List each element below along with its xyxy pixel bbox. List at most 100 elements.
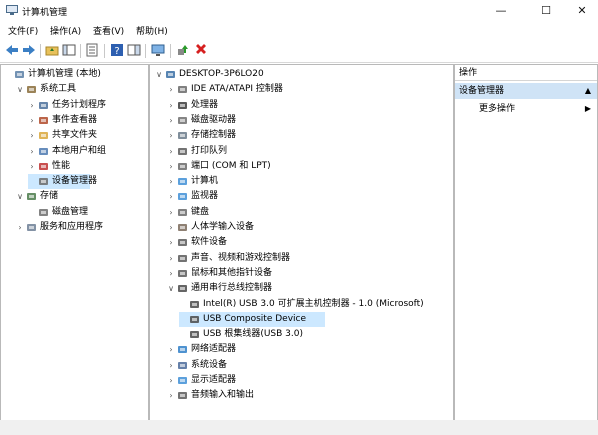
menu-bar: 文件(F) 操作(A) 查看(V) 帮助(H) xyxy=(0,22,598,39)
console-tree-item[interactable]: › 任务计划程序 xyxy=(28,98,148,113)
expand-toggle-icon[interactable]: › xyxy=(28,128,36,143)
device-tree-item[interactable]: › 监视器 xyxy=(167,189,453,204)
forward-icon[interactable] xyxy=(22,43,36,57)
expand-toggle-icon[interactable]: › xyxy=(28,113,36,128)
minimize-button[interactable]: — xyxy=(486,0,516,22)
device-tree-item[interactable]: › 计算机 xyxy=(167,174,453,189)
expand-toggle-icon[interactable]: › xyxy=(167,159,175,174)
device-tree-pane[interactable]: ∨ DESKTOP-3P6LO20 › IDE ATA/ATAPI 控制器 › 处理器 › 磁… xyxy=(149,64,454,421)
device-tree-item[interactable]: › 端口 (COM 和 LPT) xyxy=(167,159,453,174)
maximize-button[interactable]: ☐ xyxy=(531,0,561,22)
help-icon[interactable]: ? xyxy=(110,43,124,57)
expand-toggle-icon[interactable]: › xyxy=(167,189,175,204)
device-tree-item[interactable]: › 磁盘驱动器 xyxy=(167,113,453,128)
device-tree-item[interactable]: › 鼠标和其他指针设备 xyxy=(167,266,453,281)
window-title: 计算机管理 xyxy=(22,8,68,18)
menu-action[interactable]: 操作(A) xyxy=(50,24,81,37)
system-device-icon xyxy=(177,360,188,371)
device-tree-item[interactable]: › IDE ATA/ATAPI 控制器 xyxy=(167,82,453,97)
device-tree-item[interactable]: USB 根集线器(USB 3.0) xyxy=(179,327,453,342)
console-tree-item[interactable]: ∨ 存储 xyxy=(16,189,148,204)
more-actions-item[interactable]: 更多操作 ▶ xyxy=(455,101,597,117)
tree-item-label: 打印队列 xyxy=(191,145,228,156)
device-tree-item[interactable]: › 网络适配器 xyxy=(167,342,453,357)
back-icon[interactable] xyxy=(5,43,19,57)
expand-toggle-icon[interactable]: › xyxy=(167,358,175,373)
device-tree-item[interactable]: › 打印队列 xyxy=(167,144,453,159)
device-tree-item[interactable]: › 系统设备 xyxy=(167,358,453,373)
device-tree-item[interactable]: Intel(R) USB 3.0 可扩展主机控制器 - 1.0 (Microso… xyxy=(179,297,453,312)
device-tree-item[interactable]: › 音频输入和输出 xyxy=(167,388,453,403)
device-tree-item[interactable]: › 声音、视频和游戏控制器 xyxy=(167,251,453,266)
expand-toggle-icon[interactable]: › xyxy=(167,144,175,159)
device-tree-item[interactable]: › 显示适配器 xyxy=(167,373,453,388)
tree-item-label: 声音、视频和游戏控制器 xyxy=(191,252,291,263)
expand-toggle-icon[interactable]: ∨ xyxy=(16,82,24,97)
usb-device-icon xyxy=(189,314,200,325)
console-tree-item[interactable]: 磁盘管理 xyxy=(28,205,148,220)
expand-toggle-icon[interactable]: › xyxy=(167,342,175,357)
console-tree-item[interactable]: ∨ 系统工具 xyxy=(16,82,148,97)
device-tree-item[interactable]: ∨ DESKTOP-3P6LO20 xyxy=(155,67,453,82)
close-button[interactable]: ✕ xyxy=(567,0,597,22)
device-tree-item[interactable]: › 键盘 xyxy=(167,205,453,220)
expand-toggle-icon[interactable]: › xyxy=(28,159,36,174)
expand-toggle-icon[interactable]: › xyxy=(167,82,175,97)
expand-toggle-icon[interactable]: › xyxy=(167,388,175,403)
tree-item-label: 音频输入和输出 xyxy=(191,390,255,401)
expand-toggle-icon[interactable]: › xyxy=(167,373,175,388)
usb-device-icon xyxy=(189,329,200,340)
expand-toggle-icon[interactable]: ∨ xyxy=(16,189,24,204)
device-tree-item[interactable]: › 存储控制器 xyxy=(167,128,453,143)
console-tree-item[interactable]: 设备管理器 xyxy=(28,174,97,190)
expand-toggle-icon[interactable]: › xyxy=(28,98,36,113)
services-icon xyxy=(26,222,37,233)
tree-item-label: 磁盘管理 xyxy=(52,206,89,217)
console-tree-item[interactable]: › 本地用户和组 xyxy=(28,144,148,159)
expand-toggle-icon[interactable]: ∨ xyxy=(155,67,163,82)
up-folder-icon[interactable] xyxy=(45,43,59,57)
console-tree-item[interactable]: › 事件查看器 xyxy=(28,113,148,128)
console-tree-item[interactable]: › 性能 xyxy=(28,159,148,174)
expand-toggle-icon[interactable]: › xyxy=(167,174,175,189)
expand-toggle-icon[interactable]: › xyxy=(167,235,175,250)
action-pane-icon[interactable] xyxy=(127,43,141,57)
disk-drive-icon xyxy=(177,115,188,126)
computer-mgmt-icon xyxy=(6,5,18,15)
computer-icon xyxy=(165,69,176,80)
console-tree-pane[interactable]: 计算机管理 (本地) ∨ 系统工具 › 任务计划程序 › 事件查看器 › 共享文件夹 › 本地用户和… xyxy=(0,64,149,421)
show-hide-tree-icon[interactable] xyxy=(62,43,76,57)
collapse-arrow-icon[interactable]: ▲ xyxy=(585,83,591,99)
actions-section-device-manager[interactable]: 设备管理器 ▲ xyxy=(455,83,597,99)
menu-file[interactable]: 文件(F) xyxy=(8,24,38,37)
expand-toggle-icon[interactable]: › xyxy=(167,98,175,113)
device-tree-item[interactable]: ∨ 通用串行总线控制器 xyxy=(167,281,453,296)
device-tree-item[interactable]: › 人体学输入设备 xyxy=(167,220,453,235)
console-tree-item[interactable]: › 共享文件夹 xyxy=(28,128,148,143)
uninstall-icon[interactable] xyxy=(194,43,208,57)
tree-item-label: 显示适配器 xyxy=(191,375,237,385)
expand-toggle-icon[interactable]: › xyxy=(167,205,175,220)
monitor-icon[interactable] xyxy=(151,43,165,57)
device-tree-item[interactable]: › 软件设备 xyxy=(167,235,453,250)
properties-icon[interactable] xyxy=(85,43,99,57)
menu-view[interactable]: 查看(V) xyxy=(93,24,124,37)
expand-toggle-icon[interactable]: › xyxy=(167,128,175,143)
expand-toggle-icon[interactable]: › xyxy=(167,113,175,128)
expand-toggle-icon[interactable]: ∨ xyxy=(167,281,175,296)
expand-toggle-icon[interactable]: › xyxy=(16,220,24,235)
menu-help[interactable]: 帮助(H) xyxy=(136,24,168,37)
console-tree-item[interactable]: 计算机管理 (本地) xyxy=(4,67,148,82)
tree-item-label: 软件设备 xyxy=(191,237,228,248)
device-tree-item[interactable]: › 处理器 xyxy=(167,98,453,113)
ide-icon xyxy=(177,84,188,95)
device-tree-item[interactable]: USB Composite Device xyxy=(179,311,325,327)
update-driver-icon[interactable] xyxy=(176,43,190,57)
expand-toggle-icon[interactable]: › xyxy=(167,266,175,281)
tree-item-label: 端口 (COM 和 LPT) xyxy=(191,160,271,171)
expand-toggle-icon[interactable]: › xyxy=(167,251,175,266)
title-bar: 计算机管理 — ☐ ✕ xyxy=(0,0,598,22)
expand-toggle-icon[interactable]: › xyxy=(167,220,175,235)
console-tree-item[interactable]: › 服务和应用程序 xyxy=(16,220,148,235)
expand-toggle-icon[interactable]: › xyxy=(28,144,36,159)
